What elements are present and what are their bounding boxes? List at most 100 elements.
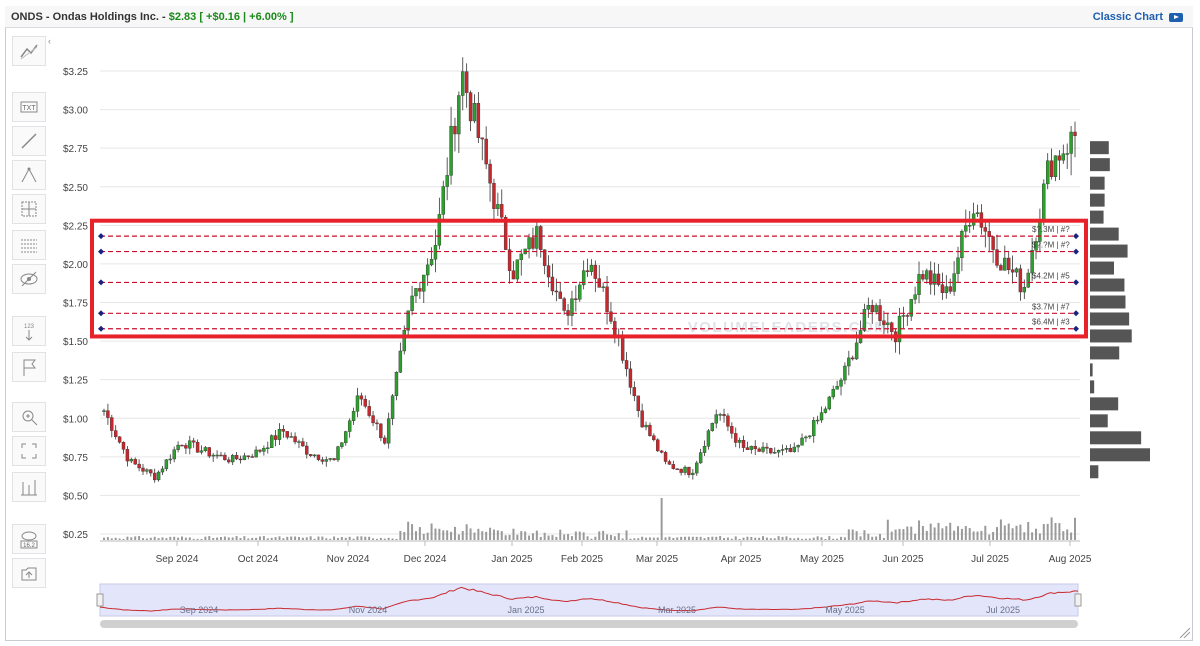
navigator-scrollbar[interactable]	[100, 620, 1078, 628]
candle-body	[102, 410, 106, 412]
profile-bar	[1090, 397, 1119, 411]
navigator[interactable]: Sep 2024 Nov 2024 Jan 2025 Mar 2025 May 2025…	[96, 583, 1082, 628]
volume-bar	[660, 498, 663, 540]
volume-bar	[882, 537, 885, 540]
volume-bar	[153, 536, 156, 540]
candle-body	[983, 227, 988, 232]
volume-bar	[414, 531, 417, 540]
volume-bar	[691, 536, 694, 540]
level-label: $3.7M | #7	[1032, 302, 1070, 311]
volume-bar	[457, 534, 460, 540]
volume-bar	[750, 536, 753, 540]
volume-bar	[145, 538, 148, 540]
volume-bar	[851, 529, 854, 540]
candle-body	[203, 447, 208, 451]
navigator-tick-label: Nov 2024	[349, 605, 388, 615]
candle-body	[410, 295, 414, 312]
volume-bar	[703, 538, 706, 540]
candle-body	[745, 447, 750, 450]
candle-body	[347, 420, 352, 432]
candle-body	[312, 454, 317, 457]
candle-body	[578, 284, 582, 300]
volume-bar	[563, 534, 566, 540]
profile-bar	[1090, 329, 1132, 343]
profile-bar	[1090, 158, 1110, 172]
level-marker-left	[98, 279, 104, 286]
candle-body	[106, 410, 110, 418]
candle-body	[219, 454, 223, 457]
candle-body	[737, 440, 742, 443]
volume-bar	[485, 531, 488, 540]
candle-body	[706, 430, 711, 447]
x-tick-label: Sep 2024	[156, 554, 199, 565]
candle-body	[640, 410, 644, 428]
volume-bar	[867, 533, 870, 540]
resize-handle-icon[interactable]	[1180, 628, 1190, 638]
candle-body	[511, 270, 516, 280]
candle-body	[1057, 155, 1062, 161]
candle-body	[913, 294, 917, 300]
candle-body	[293, 436, 297, 443]
volume-bar	[933, 527, 936, 540]
volume-bar	[212, 538, 215, 540]
volume-bar	[118, 538, 121, 540]
candle-body	[531, 237, 535, 249]
candle-body	[948, 286, 952, 292]
candle-body	[1073, 131, 1077, 137]
navigator-handle-right[interactable]	[1074, 593, 1082, 607]
candle-body	[199, 450, 204, 453]
volume-bar	[344, 537, 347, 540]
navigator-window[interactable]	[99, 583, 1079, 617]
profile-bar	[1090, 465, 1099, 479]
volume-bar	[379, 537, 382, 540]
volume-bar	[223, 536, 226, 540]
volume-bar	[988, 534, 991, 540]
candle-body	[890, 322, 894, 332]
volume-bar	[364, 536, 367, 540]
volume-bar	[258, 536, 261, 540]
candle-body	[320, 459, 325, 462]
candle-body	[769, 448, 773, 454]
volume-bar	[1050, 517, 1053, 540]
volume-bar	[1019, 524, 1022, 540]
candle-body	[800, 437, 804, 446]
profile-bar	[1090, 448, 1150, 462]
volume-bar	[637, 538, 640, 540]
candle-body	[535, 226, 539, 249]
volume-bar	[387, 537, 390, 540]
volume-bar	[808, 538, 811, 540]
volume-bar	[953, 530, 956, 540]
volume-bar	[461, 531, 464, 540]
y-tick-label: $2.75	[63, 144, 88, 155]
volume-bar	[594, 536, 597, 540]
volume-bar	[196, 538, 199, 540]
candle-body	[753, 445, 757, 450]
volume-bar	[812, 537, 815, 540]
candle-body	[507, 249, 512, 271]
volume-bar	[110, 538, 113, 540]
candle-body	[1030, 250, 1034, 274]
navigator-handle-left[interactable]	[96, 593, 104, 607]
volume-bar	[843, 537, 846, 540]
volume-bar	[516, 534, 519, 540]
candle-body	[683, 466, 687, 473]
volume-bar	[929, 523, 932, 540]
volume-bar	[294, 536, 297, 540]
volume-bar	[173, 536, 176, 540]
volume-bar	[676, 537, 679, 540]
volume-bar	[161, 537, 164, 540]
volume-bar	[473, 532, 476, 540]
candle-body	[332, 458, 336, 461]
profile-bar	[1090, 176, 1105, 190]
volume-bar	[921, 526, 924, 540]
candle-body	[659, 450, 664, 453]
volume-bar	[130, 537, 133, 540]
candle-body	[656, 439, 660, 452]
x-tick-label: Feb 2025	[561, 554, 604, 565]
volume-bar	[586, 536, 589, 540]
profile-bar	[1090, 312, 1130, 326]
candle-body	[425, 264, 430, 276]
candle-body	[964, 225, 968, 232]
candle-body	[133, 458, 137, 465]
volume-bar	[184, 537, 187, 540]
